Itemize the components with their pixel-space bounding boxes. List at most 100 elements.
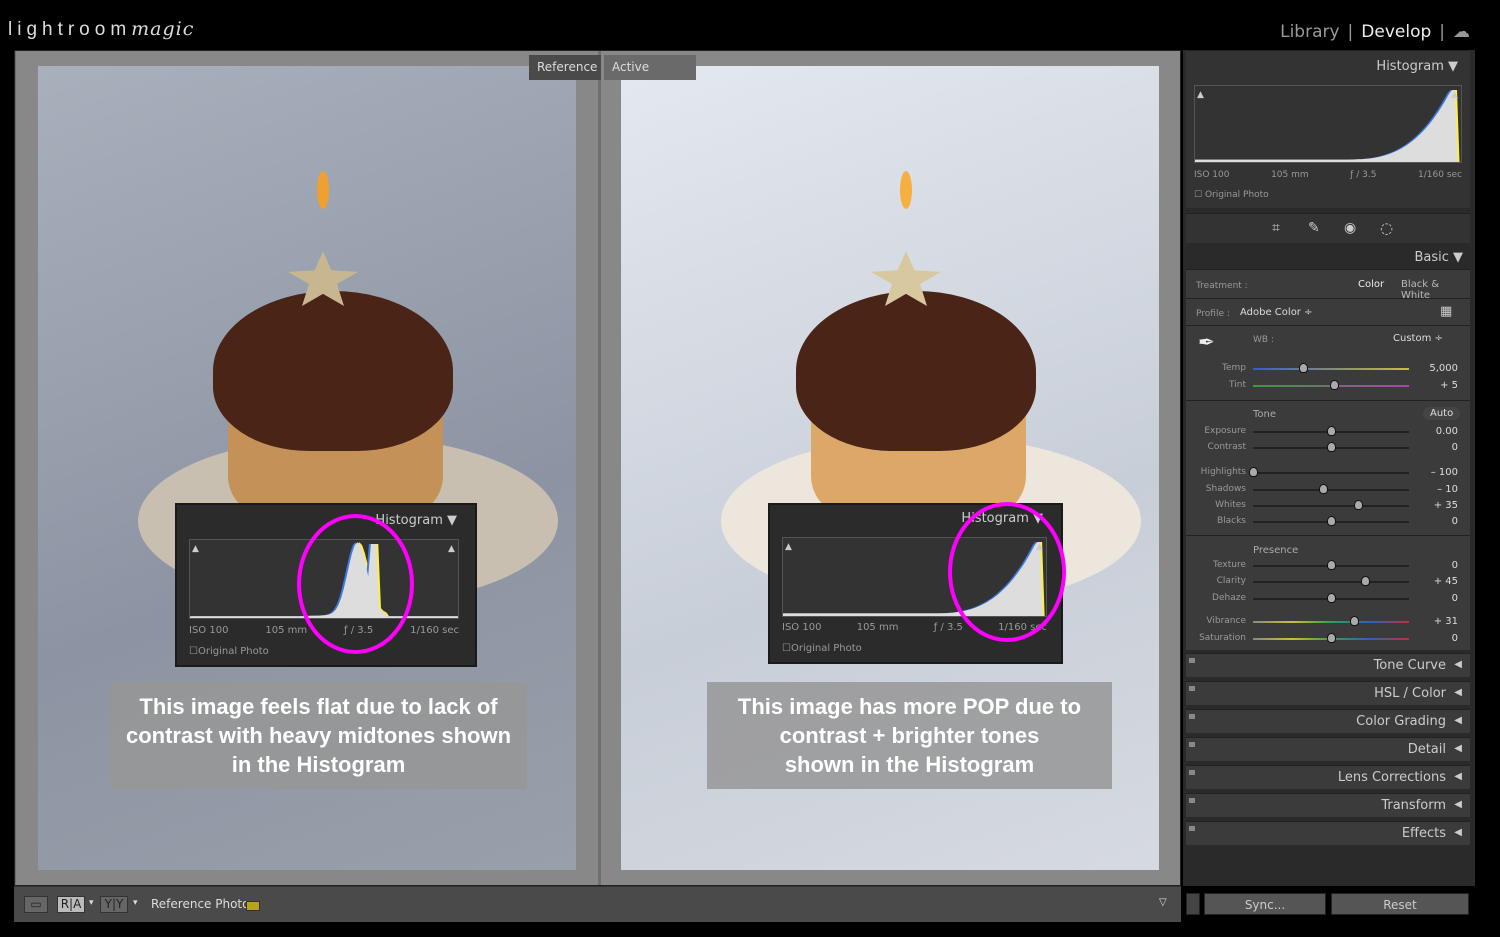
panel-switch-icon[interactable] [1189,686,1195,691]
slider-texture[interactable]: Texture 0 [1186,560,1470,572]
panel-lens-corrections[interactable]: Lens Corrections ◀ [1186,765,1470,789]
slider-track[interactable] [1249,467,1409,477]
slider-thumb[interactable] [1330,380,1340,390]
histogram-header[interactable]: Histogram ▼ [1376,59,1458,74]
slider-value[interactable]: – 10 [1437,484,1458,495]
clipping-indicator-icon[interactable]: ▲ [192,544,199,554]
clipping-indicator-icon[interactable]: ▲ [1197,90,1204,100]
slider-thumb[interactable] [1298,363,1308,373]
slider-track[interactable] [1253,633,1409,643]
healing-icon[interactable]: ✎ [1308,220,1320,236]
panel-switch-icon[interactable] [1189,770,1195,775]
slider-temp[interactable]: Temp 5,000 [1186,363,1470,375]
slider-thumb[interactable] [1327,560,1336,570]
clipping-indicator-icon[interactable]: ▲ [448,544,455,554]
slider-dehaze[interactable]: Dehaze 0 [1186,593,1470,605]
slider-whites[interactable]: Whites + 35 [1186,500,1470,512]
panel-effects[interactable]: Effects ◀ [1186,821,1470,845]
toolbar-menu-chevron-icon[interactable]: ▽ [1159,897,1167,908]
slider-thumb[interactable] [1327,426,1336,436]
slider-highlights[interactable]: Highlights – 100 [1186,467,1470,479]
panel-switch-icon[interactable] [1189,798,1195,803]
slider-value[interactable]: 0 [1452,633,1458,644]
slider-vibrance[interactable]: Vibrance + 31 [1186,616,1470,628]
slider-contrast[interactable]: Contrast 0 [1186,442,1470,454]
slider-value[interactable]: 0 [1452,442,1458,453]
slider-thumb[interactable] [1327,593,1336,603]
sync-toggle[interactable] [1186,893,1200,915]
cloud-icon[interactable]: ☁ [1453,22,1470,42]
slider-track[interactable] [1253,380,1409,390]
treatment-color[interactable]: Color [1358,279,1384,290]
slider-exposure[interactable]: Exposure 0.00 [1186,426,1470,438]
slider-thumb[interactable] [1353,500,1363,510]
slider-track[interactable] [1253,616,1409,626]
slider-track[interactable] [1253,484,1409,494]
slider-track[interactable] [1253,442,1409,452]
slider-blacks[interactable]: Blacks 0 [1186,516,1470,528]
slider-thumb[interactable] [1319,484,1329,494]
slider-thumb[interactable] [1249,467,1258,477]
slider-thumb[interactable] [1361,576,1371,586]
panel-hsl-color[interactable]: HSL / Color ◀ [1186,681,1470,705]
basic-header[interactable]: Basic ▼ [1414,250,1463,265]
slider-track[interactable] [1253,593,1409,603]
before-after-button[interactable]: Y|Y [100,896,128,913]
clipping-indicator-icon[interactable]: ▲ [1451,90,1458,100]
original-photo-checkbox[interactable]: ☐ [782,643,791,654]
original-photo-checkbox[interactable]: ☐ Original Photo [1194,190,1269,200]
panel-transform[interactable]: Transform ◀ [1186,793,1470,817]
original-photo-checkbox[interactable]: ☐ [189,646,198,657]
mask-icon[interactable]: ◌ [1380,219,1393,237]
crop-icon[interactable]: ⌗ [1272,220,1280,236]
slider-thumb[interactable] [1327,633,1336,643]
module-library[interactable]: Library [1280,22,1339,42]
panel-switch-icon[interactable] [1189,714,1195,719]
chevron-down-icon[interactable]: ▾ [133,898,138,908]
slider-thumb[interactable] [1327,516,1336,526]
slider-clarity[interactable]: Clarity + 45 [1186,576,1470,588]
panel-switch-icon[interactable] [1189,658,1195,663]
slider-track[interactable] [1253,576,1409,586]
slider-value[interactable]: 0.00 [1436,426,1458,437]
slider-track[interactable] [1253,363,1409,373]
lock-icon[interactable] [246,901,260,911]
reference-active-view-button[interactable]: R|A [57,896,85,913]
wb-dropdown[interactable]: Custom ÷ [1393,333,1443,344]
slider-thumb[interactable] [1327,442,1336,452]
slider-value[interactable]: + 31 [1434,616,1458,627]
panel-detail[interactable]: Detail ◀ [1186,737,1470,761]
slider-value[interactable]: + 35 [1434,500,1458,511]
reset-button[interactable]: Reset [1331,893,1469,915]
slider-value[interactable]: 0 [1452,560,1458,571]
profile-dropdown[interactable]: Adobe Color ÷ [1240,307,1312,318]
slider-value[interactable]: + 45 [1434,576,1458,587]
sync-button[interactable]: Sync... [1204,893,1326,915]
red-eye-icon[interactable]: ◉ [1344,220,1356,236]
slider-value[interactable]: 5,000 [1429,363,1458,374]
slider-label: Dehaze [1212,593,1246,603]
slider-track[interactable] [1253,426,1409,436]
panel-switch-icon[interactable] [1189,826,1195,831]
panel-switch-icon[interactable] [1189,742,1195,747]
auto-button[interactable]: Auto [1423,407,1461,420]
slider-value[interactable]: – 100 [1431,467,1458,478]
slider-shadows[interactable]: Shadows – 10 [1186,484,1470,496]
panel-color-grading[interactable]: Color Grading ◀ [1186,709,1470,733]
loupe-view-button[interactable]: ▭ [24,896,48,913]
clipping-indicator-icon[interactable]: ▲ [785,542,792,552]
slider-tint[interactable]: Tint + 5 [1186,380,1470,392]
slider-track[interactable] [1253,500,1409,510]
slider-value[interactable]: + 5 [1440,380,1458,391]
slider-value[interactable]: 0 [1452,516,1458,527]
slider-value[interactable]: 0 [1452,593,1458,604]
panel-tone-curve[interactable]: Tone Curve ◀ [1186,653,1470,677]
slider-track[interactable] [1253,560,1409,570]
slider-track[interactable] [1253,516,1409,526]
wb-eyedropper-icon[interactable]: ✒ [1198,330,1215,354]
chevron-down-icon[interactable]: ▾ [89,898,94,908]
slider-saturation[interactable]: Saturation 0 [1186,633,1470,645]
profile-browser-icon[interactable]: ▦ [1440,304,1452,319]
slider-thumb[interactable] [1350,616,1360,626]
module-develop[interactable]: Develop [1361,22,1431,42]
